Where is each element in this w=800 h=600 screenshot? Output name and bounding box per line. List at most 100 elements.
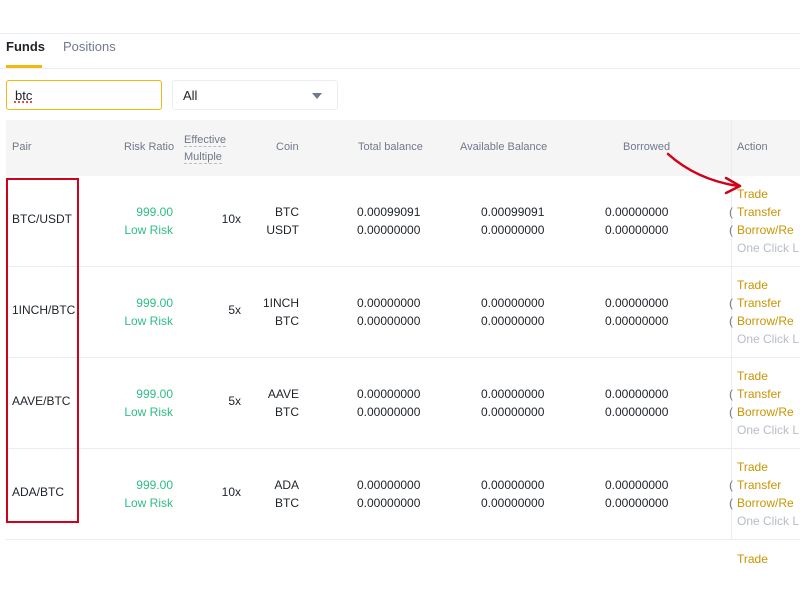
- risk-ratio-value: 999.00: [136, 387, 173, 401]
- effective-line-2: Multiple: [184, 151, 222, 164]
- table-row: 1INCH/BTC 999.00 Low Risk 5x 1INCH BTC 0…: [6, 267, 800, 358]
- column-header-effective-multiple[interactable]: Effective Multiple: [184, 132, 244, 166]
- arrow-icon: [666, 152, 742, 195]
- risk-ratio-cell: 999.00 Low Risk: [124, 294, 173, 330]
- coin-cell: ADA BTC: [274, 476, 299, 512]
- borrowed-cell: 0.00000000 0.00000000: [605, 294, 668, 330]
- trade-link[interactable]: Trade: [737, 458, 799, 476]
- available-balance-cell: 0.00099091 0.00000000: [481, 203, 544, 239]
- total-balance-cell: 0.00000000 0.00000000: [357, 476, 420, 512]
- risk-ratio-value: 999.00: [136, 478, 173, 492]
- coin-base: AAVE: [267, 387, 299, 401]
- available-balance-cell: 0.00000000 0.00000000: [481, 294, 544, 330]
- annotation-highlight-box: [6, 178, 79, 523]
- borrowed-quote: 0.00000000: [605, 405, 669, 419]
- tab-positions[interactable]: Positions: [63, 39, 116, 54]
- borrow-repay-link[interactable]: Borrow/Re: [737, 312, 799, 330]
- total-balance-quote: 0.00000000: [357, 314, 421, 328]
- risk-level: Low Risk: [124, 314, 173, 328]
- one-click-link[interactable]: One Click L: [737, 421, 799, 439]
- risk-ratio-cell: 999.00 Low Risk: [124, 385, 173, 421]
- borrow-repay-link[interactable]: Borrow/Re: [737, 494, 799, 512]
- one-click-link[interactable]: One Click L: [737, 512, 799, 530]
- borrowed-cell: 0.00000000 0.00000000: [605, 476, 668, 512]
- total-balance-cell: 0.00099091 0.00000000: [357, 203, 420, 239]
- transfer-link[interactable]: Transfer: [737, 476, 799, 494]
- coin-cell: BTC USDT: [266, 203, 299, 239]
- risk-level: Low Risk: [124, 405, 173, 419]
- coin-quote: BTC: [275, 314, 299, 328]
- transfer-link[interactable]: Transfer: [737, 385, 799, 403]
- action-cell: Trade Transfer Borrow/Re One Click L: [737, 367, 799, 439]
- total-balance-cell: 0.00000000 0.00000000: [357, 294, 420, 330]
- borrow-repay-link[interactable]: Borrow/Re: [737, 221, 799, 239]
- trade-link[interactable]: Trade: [737, 276, 799, 294]
- available-balance-quote: 0.00000000: [481, 314, 545, 328]
- borrow-repay-link[interactable]: Borrow/Re: [737, 403, 799, 421]
- total-balance-base: 0.00000000: [357, 478, 421, 492]
- coin-base: 1INCH: [262, 296, 299, 310]
- trade-link[interactable]: Trade: [737, 552, 768, 566]
- filter-value: All: [183, 88, 198, 103]
- search-input[interactable]: [6, 80, 162, 110]
- clipped-cell: ( (: [729, 385, 733, 421]
- total-balance-cell: 0.00000000 0.00000000: [357, 385, 420, 421]
- borrowed-cell: 0.00000000 0.00000000: [605, 203, 668, 239]
- total-balance-base: 0.00000000: [357, 296, 421, 310]
- table-row: AAVE/BTC 999.00 Low Risk 5x AAVE BTC 0.0…: [6, 358, 800, 449]
- total-balance-base: 0.00099091: [357, 205, 421, 219]
- coin-base: ADA: [274, 478, 299, 492]
- clipped-quote: (: [729, 405, 733, 419]
- total-balance-quote: 0.00000000: [357, 405, 421, 419]
- coin-cell: AAVE BTC: [268, 385, 299, 421]
- clipped-base: (: [729, 296, 733, 310]
- transfer-link[interactable]: Transfer: [737, 203, 799, 221]
- multiple-cell: 5x: [228, 394, 241, 408]
- risk-ratio-cell: 999.00 Low Risk: [124, 203, 173, 239]
- clipped-cell: ( (: [729, 203, 733, 239]
- action-cell: Trade Transfer Borrow/Re One Click L: [737, 458, 799, 530]
- filter-dropdown[interactable]: All: [172, 80, 338, 110]
- available-balance-base: 0.00000000: [481, 478, 545, 492]
- coin-quote: BTC: [275, 405, 299, 419]
- active-tab-indicator: [6, 65, 42, 68]
- column-header-pair: Pair: [12, 141, 32, 153]
- clipped-quote: (: [729, 496, 733, 510]
- column-header-risk-ratio: Risk Ratio: [124, 141, 175, 153]
- transfer-link[interactable]: Transfer: [737, 294, 799, 312]
- risk-level: Low Risk: [124, 223, 173, 237]
- spellcheck-underline: [14, 101, 32, 103]
- chevron-down-icon: [312, 93, 322, 99]
- risk-ratio-value: 999.00: [136, 296, 173, 310]
- column-header-coin: Coin: [276, 141, 299, 153]
- clipped-cell: ( (: [729, 294, 733, 330]
- trade-link[interactable]: Trade: [737, 367, 799, 385]
- available-balance-cell: 0.00000000 0.00000000: [481, 476, 544, 512]
- available-balance-cell: 0.00000000 0.00000000: [481, 385, 544, 421]
- tab-funds[interactable]: Funds: [6, 39, 45, 54]
- clipped-base: (: [729, 478, 733, 492]
- borrowed-cell: 0.00000000 0.00000000: [605, 385, 668, 421]
- available-balance-base: 0.00000000: [481, 387, 545, 401]
- one-click-link[interactable]: One Click L: [737, 239, 799, 257]
- risk-level: Low Risk: [124, 496, 173, 510]
- clipped-base: (: [729, 205, 733, 219]
- clipped-quote: (: [729, 314, 733, 328]
- coin-quote: BTC: [275, 496, 299, 510]
- coin-base: BTC: [275, 205, 299, 219]
- total-balance-quote: 0.00000000: [357, 223, 421, 237]
- tab-bar: Funds Positions: [0, 34, 800, 69]
- clipped-quote: (: [729, 223, 733, 237]
- risk-ratio-cell: 999.00 Low Risk: [124, 476, 173, 512]
- multiple-cell: 10x: [221, 212, 241, 226]
- column-header-total-balance: Total balance: [358, 141, 423, 153]
- one-click-link[interactable]: One Click L: [737, 330, 799, 348]
- borrowed-quote: 0.00000000: [605, 314, 669, 328]
- multiple-cell: 10x: [221, 485, 241, 499]
- table-row: ADA/BTC 999.00 Low Risk 10x ADA BTC 0.00…: [6, 449, 800, 540]
- action-cell: Trade Transfer Borrow/Re One Click L: [737, 276, 799, 348]
- borrowed-base: 0.00000000: [605, 296, 669, 310]
- column-header-available-balance: Available Balance: [460, 141, 548, 153]
- borrowed-base: 0.00000000: [605, 387, 669, 401]
- borrowed-base: 0.00000000: [605, 205, 669, 219]
